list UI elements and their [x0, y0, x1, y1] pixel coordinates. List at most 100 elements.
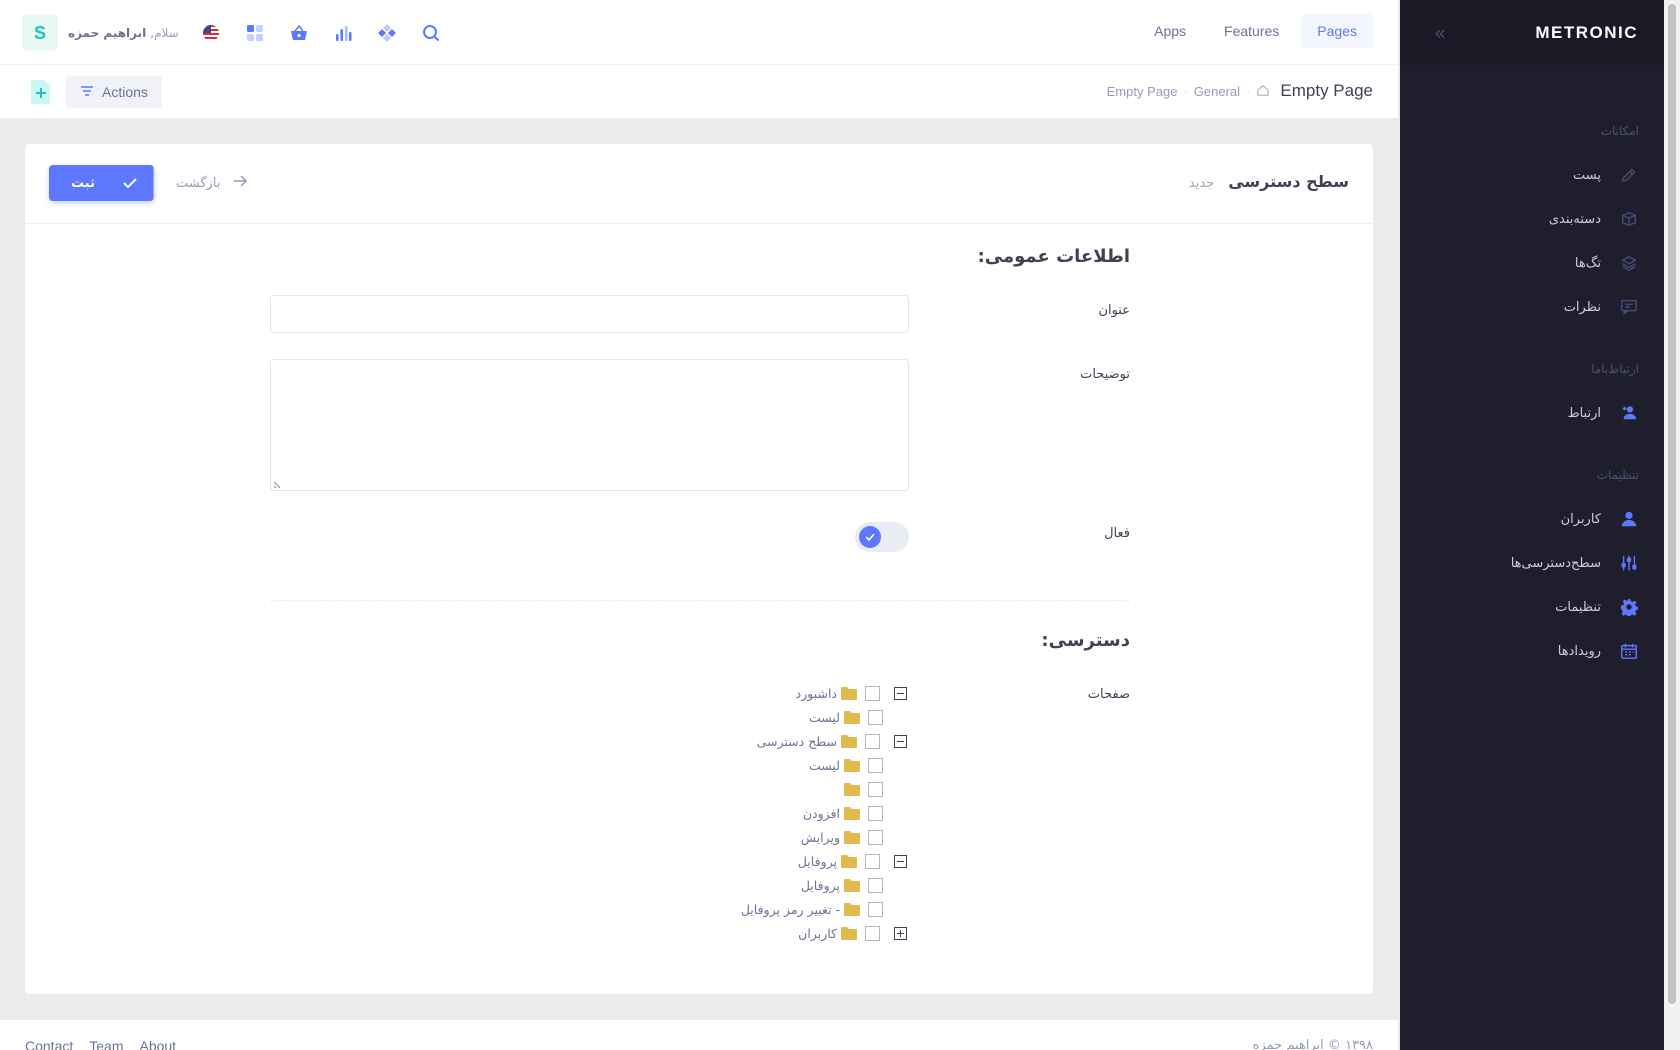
sidebar-item-tags[interactable]: تگ‌ها	[1400, 241, 1664, 285]
menu-section-title: امکانات	[1600, 124, 1639, 138]
us-flag-icon[interactable]	[193, 15, 229, 51]
footer-copyright: ۱۳۹۸ © ابراهیم حمزه	[1252, 1038, 1373, 1050]
layers-diamond-icon[interactable]	[369, 15, 405, 51]
footer-link-contact[interactable]: Contact	[25, 1038, 73, 1050]
tree-node-checkbox[interactable]	[865, 853, 880, 869]
user-icon	[1619, 509, 1639, 529]
folder-icon	[844, 759, 860, 772]
sidebar-item-posts[interactable]: پست	[1400, 153, 1664, 197]
tree-node-checkbox[interactable]	[865, 733, 880, 749]
breadcrumb-empty-page[interactable]: Empty Page	[1107, 84, 1178, 99]
actions-button[interactable]: Actions	[66, 76, 162, 108]
footer: Contact Team About ۱۳۹۸ © ابراهیم حمزه	[0, 1020, 1398, 1050]
sliders-icon	[1619, 553, 1639, 573]
search-icon[interactable]	[413, 15, 449, 51]
breadcrumb-general[interactable]: General	[1194, 84, 1240, 99]
basket-icon[interactable]	[281, 15, 317, 51]
tree-node[interactable]: سطح دسترسی	[757, 731, 907, 751]
scrollbar-thumb[interactable]	[1668, 4, 1676, 1004]
menu-section-title: تنظیمات	[1596, 468, 1639, 482]
tree-node[interactable]: ویرایش	[801, 827, 883, 847]
top-nav: Apps Features Pages	[1138, 14, 1373, 48]
tree-node[interactable]: داشبورد	[796, 683, 907, 703]
tree-node-checkbox[interactable]	[868, 829, 883, 845]
card-title-group: سطح دسترسی جدید	[1189, 172, 1349, 191]
user-greeting[interactable]: سلام, ابراهیم حمزه	[68, 26, 179, 40]
tree-node-checkbox[interactable]	[865, 685, 880, 701]
folder-icon	[844, 831, 860, 844]
add-user-icon	[1619, 403, 1639, 423]
tree-node-label: لیست	[808, 709, 840, 725]
tree-node-checkbox[interactable]	[868, 757, 883, 773]
brand-logo[interactable]: METRONIC	[1535, 23, 1638, 43]
main-card: سطح دسترسی جدید ثبت بازگشت اطلاعات عمومی…	[25, 144, 1373, 994]
tree-node-label: داشبورد	[795, 685, 837, 701]
user-name: ابراهیم حمزه	[68, 26, 147, 40]
apps-grid-icon[interactable]	[237, 15, 273, 51]
tree-node-checkbox[interactable]	[868, 901, 883, 917]
tree-node[interactable]: لیست	[809, 707, 883, 727]
nav-apps[interactable]: Apps	[1138, 14, 1202, 48]
bar-chart-icon[interactable]	[325, 15, 361, 51]
tree-node[interactable]: پروفایل	[801, 875, 883, 895]
sidebar-item-settings[interactable]: تنظیمات	[1400, 585, 1664, 629]
home-icon[interactable]	[1256, 83, 1270, 100]
sidebar-item-categories[interactable]: دسته‌بندی	[1400, 197, 1664, 241]
tree-node[interactable]: پروفایل	[798, 851, 907, 871]
add-file-icon[interactable]	[30, 79, 52, 105]
sidebar-item-events[interactable]: رویدادها	[1400, 629, 1664, 673]
tree-node-label: کاربران	[798, 925, 837, 941]
sidebar-item-contact[interactable]: ارتباط	[1400, 391, 1664, 435]
tree-node-checkbox[interactable]	[868, 805, 883, 821]
general-info-title: اطلاعات عمومی:	[977, 246, 1130, 267]
tree-node[interactable]: - تغییر رمز پروفایل	[741, 899, 883, 919]
nav-features[interactable]: Features	[1208, 14, 1295, 48]
active-toggle[interactable]	[855, 522, 909, 552]
tree-node[interactable]: لیست	[809, 755, 883, 775]
tree-node-checkbox[interactable]	[868, 709, 883, 725]
folder-icon	[844, 903, 860, 916]
collapse-icon[interactable]	[894, 686, 907, 700]
resize-handle-icon[interactable]	[273, 478, 283, 489]
back-label: بازگشت	[175, 175, 221, 191]
card-toolbar: ثبت بازگشت	[49, 165, 248, 201]
tree-node-checkbox[interactable]	[868, 781, 883, 797]
subheader-actions: Actions	[30, 76, 162, 108]
description-label: توضیحات	[1080, 367, 1130, 382]
sidebar-item-label: رویدادها	[1557, 643, 1601, 659]
collapse-icon[interactable]	[894, 854, 907, 868]
sidebar-item-users[interactable]: کاربران	[1400, 497, 1664, 541]
folder-icon	[844, 807, 860, 820]
tree-node-label: افزودن	[802, 805, 840, 821]
footer-link-team[interactable]: Team	[89, 1038, 123, 1050]
menu-section-title: ارتباط‌باما	[1591, 362, 1639, 376]
tree-node[interactable]: کاربران	[798, 923, 907, 943]
expand-icon[interactable]	[894, 926, 907, 940]
save-button[interactable]: ثبت	[49, 165, 154, 201]
pages-label: صفحات	[1087, 687, 1130, 702]
folder-icon	[841, 687, 857, 700]
back-button[interactable]: بازگشت	[176, 173, 248, 193]
folder-icon	[844, 879, 860, 892]
sidebar-item-label: تنظیمات	[1555, 599, 1601, 615]
description-textarea[interactable]	[270, 359, 909, 491]
tree-node-checkbox[interactable]	[865, 925, 880, 941]
footer-link-about[interactable]: About	[139, 1038, 176, 1050]
tree-node[interactable]: افزودن	[803, 803, 883, 823]
sidebar-item-comments[interactable]: نظرات	[1400, 285, 1664, 329]
breadcrumb-separator: ·	[1183, 83, 1188, 99]
sidebar-item-label: ارتباط	[1567, 405, 1601, 421]
nav-pages[interactable]: Pages	[1301, 14, 1373, 48]
sidebar-item-label: پست	[1573, 167, 1601, 183]
collapse-icon[interactable]	[894, 734, 907, 748]
sidebar-item-access-levels[interactable]: سطح‌دسترسی‌ها	[1400, 541, 1664, 585]
tree-node-checkbox[interactable]	[868, 877, 883, 893]
tree-node-label: - تغییر رمز پروفایل	[740, 901, 840, 917]
avatar[interactable]: S	[22, 15, 58, 51]
page-scrollbar[interactable]	[1664, 0, 1680, 1050]
sidebar-toggle-icon[interactable]: «	[1426, 21, 1454, 45]
toggle-knob	[859, 526, 881, 548]
sidebar-brand: « METRONIC	[1400, 0, 1664, 65]
tree-node[interactable]	[840, 779, 883, 799]
title-input[interactable]	[270, 295, 909, 333]
